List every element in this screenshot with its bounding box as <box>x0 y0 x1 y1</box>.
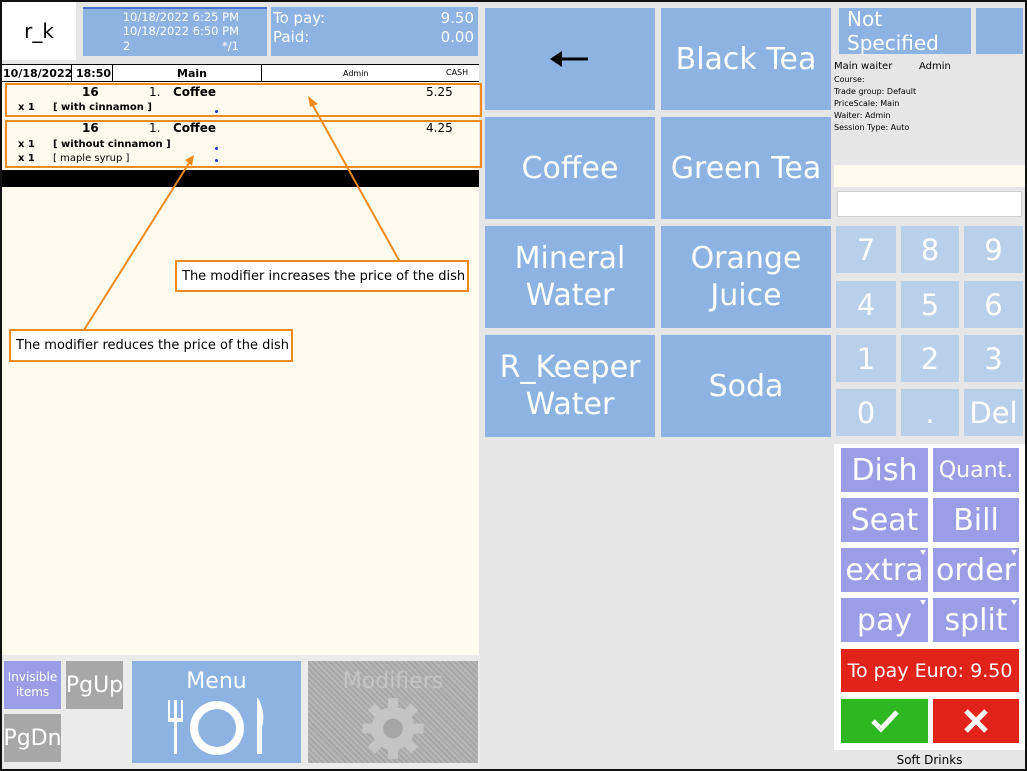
back-arrow-icon <box>550 51 588 67</box>
numeric-input[interactable] <box>837 191 1022 217</box>
not-specified-button[interactable]: Not Specified <box>839 7 971 55</box>
quantity-button[interactable]: Quant. <box>933 448 1019 492</box>
cancel-button[interactable] <box>933 699 1019 743</box>
ok-button[interactable] <box>841 699 928 743</box>
main-waiter-value: Admin <box>919 61 951 72</box>
trade-group-info: Trade group: Default <box>834 87 917 96</box>
product-mineral-water[interactable]: Mineral Water <box>485 226 655 328</box>
message-area <box>834 165 1025 187</box>
numpad-key-5[interactable]: 5 <box>901 281 959 328</box>
check-icon <box>870 710 899 733</box>
numpad-key-0[interactable]: 0 <box>836 389 896 436</box>
modifiers-button: Modifiers <box>308 661 478 763</box>
order-details: Main waiter Admin Course: Trade group: D… <box>834 61 1024 141</box>
seat-button[interactable]: Seat <box>841 498 928 542</box>
submenu-indicator-icon <box>920 550 926 555</box>
increase-arrow-line <box>310 101 401 263</box>
callout-increase: The modifier increases the price of the … <box>175 260 469 292</box>
pay-button[interactable]: pay <box>841 598 928 642</box>
submenu-indicator-icon <box>1011 600 1017 605</box>
numpad-key-dot[interactable]: . <box>901 389 959 436</box>
category-label: Soft Drinks <box>896 753 963 767</box>
product-rkeeper-water[interactable]: R_Keeper Water <box>485 335 655 437</box>
pgup-button[interactable]: PgUp <box>66 661 123 709</box>
product-soda[interactable]: Soda <box>661 335 831 437</box>
plate-icon <box>167 698 263 755</box>
numpad-key-4[interactable]: 4 <box>836 281 896 328</box>
split-button[interactable]: split <box>933 598 1019 642</box>
pay-label: pay <box>856 602 913 638</box>
submenu-indicator-icon <box>1011 550 1017 555</box>
reduce-arrow-line <box>83 159 192 331</box>
numpad-key-6[interactable]: 6 <box>964 281 1023 328</box>
close-icon <box>964 709 988 733</box>
main-waiter-label: Main waiter <box>834 61 893 72</box>
modifiers-label: Modifiers <box>342 669 444 694</box>
session-type-info: Session Type: Auto <box>834 123 910 132</box>
blank-button[interactable] <box>976 8 1023 54</box>
numpad-key-del[interactable]: Del <box>964 389 1023 436</box>
extra-label: extra <box>845 552 924 588</box>
menu-label: Menu <box>186 669 247 694</box>
to-pay-button[interactable]: To pay Euro: 9.50 <box>841 649 1019 692</box>
order-button[interactable]: order <box>933 548 1019 592</box>
dish-button[interactable]: Dish <box>841 448 928 492</box>
order-label: order <box>936 552 1016 588</box>
numpad-key-7[interactable]: 7 <box>836 226 896 273</box>
price-scale-info: PriceScale: Main <box>834 99 900 108</box>
split-label: split <box>944 602 1008 638</box>
reduce-arrow-head <box>185 155 194 166</box>
invisible-items-button[interactable]: Invisible items <box>4 661 61 709</box>
back-button[interactable] <box>485 8 655 110</box>
menu-button[interactable]: Menu <box>132 661 301 763</box>
product-green-tea[interactable]: Green Tea <box>661 117 831 219</box>
submenu-indicator-icon <box>920 600 926 605</box>
extra-button[interactable]: extra <box>841 548 928 592</box>
numpad-key-9[interactable]: 9 <box>964 226 1023 273</box>
product-orange-juice[interactable]: Orange Juice <box>661 226 831 328</box>
product-black-tea[interactable]: Black Tea <box>661 8 831 110</box>
bill-button[interactable]: Bill <box>933 498 1019 542</box>
numpad-key-2[interactable]: 2 <box>901 335 959 382</box>
course-info: Course: <box>834 75 865 84</box>
product-coffee[interactable]: Coffee <box>485 117 655 219</box>
waiter-info: Waiter: Admin <box>834 111 891 120</box>
callout-reduce: The modifier reduces the price of the di… <box>9 329 293 362</box>
numpad-key-1[interactable]: 1 <box>836 335 896 382</box>
gear-icon <box>362 697 424 760</box>
numpad-key-3[interactable]: 3 <box>964 335 1023 382</box>
increase-arrow-head <box>308 96 318 107</box>
numpad-key-8[interactable]: 8 <box>901 226 959 273</box>
pgdn-button[interactable]: PgDn <box>3 714 62 762</box>
